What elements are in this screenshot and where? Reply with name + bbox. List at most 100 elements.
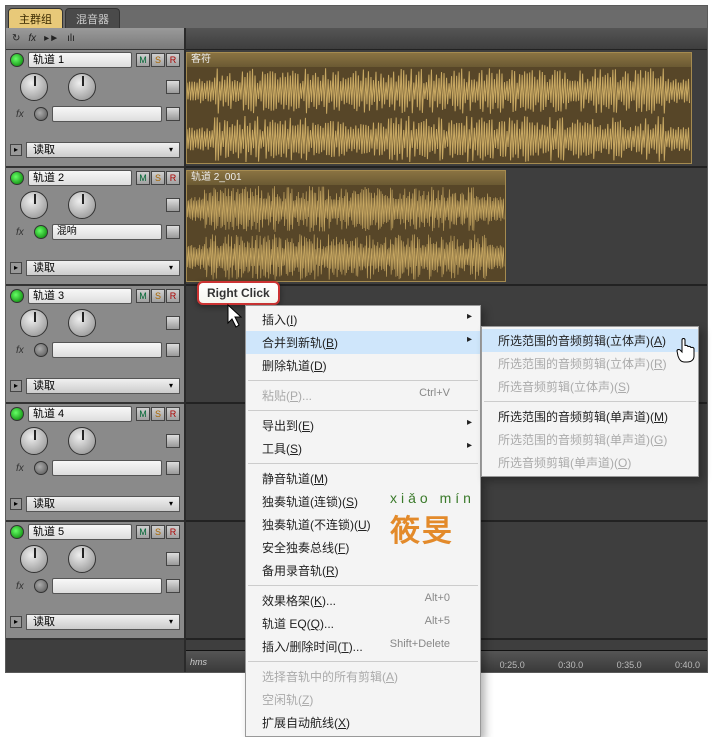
track-name-field[interactable]: 轨道 1 [28, 52, 132, 68]
track-header[interactable]: 轨道 1 M S R fx ▸ 读取 [6, 50, 184, 168]
track-power-button[interactable] [10, 407, 24, 421]
track-power-button[interactable] [10, 53, 24, 67]
track-power-button[interactable] [10, 289, 24, 303]
fx-route-button[interactable] [166, 225, 180, 239]
output-route-button[interactable] [166, 80, 180, 94]
menu-item[interactable]: 插入/删除时间(T)...Shift+Delete [246, 635, 480, 658]
tab-main-group[interactable]: 主群组 [8, 8, 63, 28]
expand-button[interactable]: ▸ [10, 616, 22, 628]
refresh-icon[interactable]: ↻ [12, 33, 20, 44]
fx-slot[interactable] [52, 106, 162, 122]
expand-button[interactable]: ▸ [10, 262, 22, 274]
fx-route-button[interactable] [166, 343, 180, 357]
fx-slot[interactable]: 混响 [52, 224, 162, 240]
fx-power-button[interactable] [34, 579, 48, 593]
pan-knob[interactable] [68, 427, 96, 455]
track-power-button[interactable] [10, 171, 24, 185]
menu-item[interactable]: 合并到新轨(B) [246, 331, 480, 354]
menu-item[interactable]: 扩展自动航线(X) [246, 711, 480, 734]
expand-button[interactable]: ▸ [10, 144, 22, 156]
fx-route-button[interactable] [166, 107, 180, 121]
pan-knob[interactable] [68, 73, 96, 101]
volume-knob[interactable] [20, 427, 48, 455]
volume-knob[interactable] [20, 191, 48, 219]
record-button[interactable]: R [166, 53, 180, 67]
solo-button[interactable]: S [151, 53, 165, 67]
track-header[interactable]: 轨道 5 M S R fx ▸ 读取 [6, 522, 184, 640]
menu-item[interactable]: 静音轨道(M) [246, 467, 480, 490]
output-route-button[interactable] [166, 434, 180, 448]
volume-knob[interactable] [20, 309, 48, 337]
fx-slot[interactable] [52, 460, 162, 476]
mute-button[interactable]: M [136, 525, 150, 539]
mute-button[interactable]: M [136, 53, 150, 67]
record-button[interactable]: R [166, 289, 180, 303]
menu-item[interactable]: 安全独奏总线(F) [246, 536, 480, 559]
record-button[interactable]: R [166, 525, 180, 539]
tab-mixer[interactable]: 混音器 [65, 8, 120, 28]
context-submenu[interactable]: 所选范围的音频剪辑(立体声)(A)所选范围的音频剪辑(立体声)(R)所选音频剪辑… [481, 326, 699, 477]
fx-power-button[interactable] [34, 461, 48, 475]
track-name-field[interactable]: 轨道 4 [28, 406, 132, 422]
output-route-button[interactable] [166, 552, 180, 566]
track-name-field[interactable]: 轨道 2 [28, 170, 132, 186]
fx-route-button[interactable] [166, 579, 180, 593]
pan-knob[interactable] [68, 191, 96, 219]
menu-item[interactable]: 备用录音轨(R) [246, 559, 480, 582]
track-name-field[interactable]: 轨道 5 [28, 524, 132, 540]
menu-item[interactable]: 独奏轨道(连锁)(S) [246, 490, 480, 513]
time-format-label[interactable]: hms [190, 657, 220, 667]
fx-power-button[interactable] [34, 343, 48, 357]
track-lane[interactable]: 客符 [186, 50, 707, 168]
menu-item[interactable]: 删除轨道(D) [246, 354, 480, 377]
automation-mode-dropdown[interactable]: 读取 [26, 496, 180, 512]
track-header[interactable]: 轨道 2 M S R fx 混响 ▸ 读取 [6, 168, 184, 286]
fx-power-button[interactable] [34, 107, 48, 121]
volume-knob[interactable] [20, 545, 48, 573]
mute-button[interactable]: M [136, 171, 150, 185]
menu-item[interactable]: 导出到(E) [246, 414, 480, 437]
audio-clip[interactable]: 轨道 2_001 [186, 170, 506, 282]
automation-mode-dropdown[interactable]: 读取 [26, 142, 180, 158]
menu-item[interactable]: 效果格架(K)...Alt+0 [246, 589, 480, 612]
menu-item[interactable]: 插入(I) [246, 308, 480, 331]
fx-power-button[interactable] [34, 225, 48, 239]
audio-clip[interactable]: 客符 [186, 52, 692, 164]
pan-knob[interactable] [68, 309, 96, 337]
solo-button[interactable]: S [151, 289, 165, 303]
track-power-button[interactable] [10, 525, 24, 539]
expand-button[interactable]: ▸ [10, 498, 22, 510]
solo-button[interactable]: S [151, 171, 165, 185]
solo-button[interactable]: S [151, 407, 165, 421]
pan-knob[interactable] [68, 545, 96, 573]
record-button[interactable]: R [166, 407, 180, 421]
submenu-item[interactable]: 所选范围的音频剪辑(单声道)(M) [482, 405, 698, 428]
mute-button[interactable]: M [136, 289, 150, 303]
fx-slot[interactable] [52, 342, 162, 358]
fx-route-button[interactable] [166, 461, 180, 475]
submenu-item[interactable]: 所选范围的音频剪辑(立体声)(A) [482, 329, 698, 352]
solo-button[interactable]: S [151, 525, 165, 539]
track-lane[interactable]: 轨道 2_001 [186, 168, 707, 286]
menu-item[interactable]: 工具(S) [246, 437, 480, 460]
expand-icon[interactable]: ▸► [44, 33, 59, 44]
fx-icon[interactable]: fx [28, 33, 36, 44]
track-header[interactable]: 轨道 4 M S R fx ▸ 读取 [6, 404, 184, 522]
volume-knob[interactable] [20, 73, 48, 101]
timeline-ruler-top[interactable] [186, 28, 707, 50]
menu-item[interactable]: 轨道 EQ(Q)...Alt+5 [246, 612, 480, 635]
track-header[interactable]: 轨道 3 M S R fx ▸ 读取 [6, 286, 184, 404]
record-button[interactable]: R [166, 171, 180, 185]
context-menu[interactable]: 插入(I)合并到新轨(B)删除轨道(D)粘贴(P)...Ctrl+V导出到(E)… [245, 305, 481, 737]
mute-button[interactable]: M [136, 407, 150, 421]
levels-icon[interactable]: ılı [67, 33, 75, 44]
menu-item[interactable]: 独奏轨道(不连锁)(U) [246, 513, 480, 536]
clip-header[interactable]: 轨道 2_001 [187, 171, 505, 185]
automation-mode-dropdown[interactable]: 读取 [26, 378, 180, 394]
track-name-field[interactable]: 轨道 3 [28, 288, 132, 304]
clip-header[interactable]: 客符 [187, 53, 691, 67]
expand-button[interactable]: ▸ [10, 380, 22, 392]
automation-mode-dropdown[interactable]: 读取 [26, 614, 180, 630]
output-route-button[interactable] [166, 316, 180, 330]
output-route-button[interactable] [166, 198, 180, 212]
